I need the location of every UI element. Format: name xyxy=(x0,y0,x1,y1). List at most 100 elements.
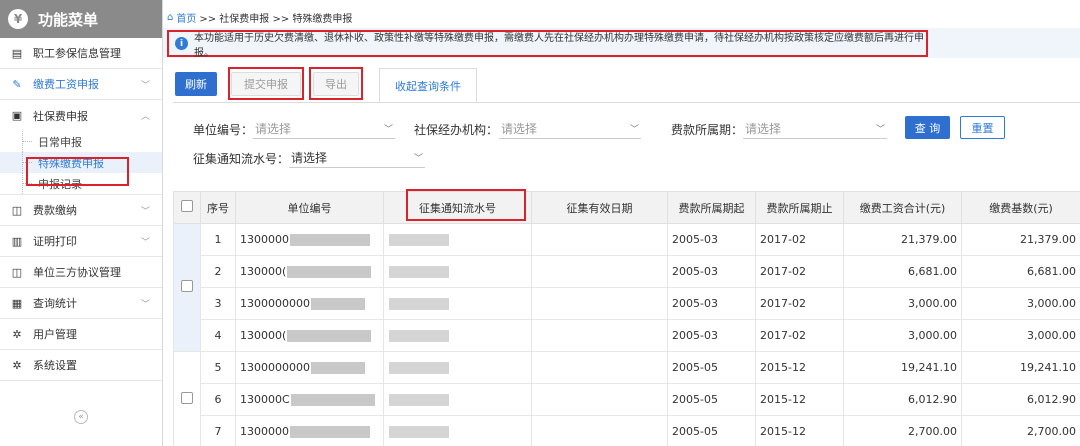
cell-valid-date xyxy=(531,255,668,288)
cell-valid-date xyxy=(531,319,668,352)
sub-label: 日常申报 xyxy=(38,135,82,149)
cell-unit: 130000( xyxy=(235,319,384,352)
reset-button[interactable]: 重置 xyxy=(960,116,1005,139)
menu-item-employee-info[interactable]: ▤ 职工参保信息管理 xyxy=(0,38,162,69)
menu-item-agreement[interactable]: ◫ 单位三方协议管理 xyxy=(0,257,162,288)
unit-select[interactable]: 请选择 ﹀ xyxy=(253,119,395,139)
redacted-block xyxy=(290,394,375,406)
notice-highlight: i 本功能适用于历史欠费清缴、退休补收、政策性补缴等特殊缴费申报，需缴费人先在社… xyxy=(167,30,928,59)
table-row[interactable]: 3 1300000000 2005-03 2017-02 3,000.00 3,… xyxy=(174,287,1080,320)
cell-base: 6,012.90 xyxy=(961,383,1080,416)
cell-valid-date xyxy=(531,383,668,416)
cell-base: 3,000.00 xyxy=(961,319,1080,352)
main-content: ⌂ 首页 >> 社保费申报 >> 特殊缴费申报 i 本功能适用于历史欠费清缴、退… xyxy=(163,0,1080,446)
breadcrumb: ⌂ 首页 >> 社保费申报 >> 特殊缴费申报 xyxy=(167,10,352,25)
cell-start: 2005-05 xyxy=(667,351,756,384)
notice-bar: i 本功能适用于历史欠费清缴、退休补收、政策性补缴等特殊缴费申报，需缴费人先在社… xyxy=(163,28,1080,59)
cell-valid-date xyxy=(531,351,668,384)
cell-wage: 19,241.10 xyxy=(843,351,962,384)
highlight-box xyxy=(309,67,363,100)
group-select-cell[interactable] xyxy=(173,351,201,446)
document-icon: ▣ xyxy=(11,109,23,122)
select-all-cell[interactable] xyxy=(173,191,201,224)
cell-serial xyxy=(383,255,532,288)
table-row[interactable]: 7 1300000 2005-05 2015-12 2,700.00 2,700… xyxy=(174,415,1080,446)
collapse-sidebar-button[interactable]: « xyxy=(0,407,162,427)
query-button[interactable]: 查 询 xyxy=(905,116,950,139)
redacted-block xyxy=(389,266,449,278)
table-row[interactable]: 5 1300000000 2005-05 2015-12 19,241.10 1… xyxy=(173,351,1080,446)
cell-unit: 1300000 xyxy=(235,223,384,256)
btn-label: 查 询 xyxy=(914,121,941,135)
redacted-block xyxy=(389,362,449,374)
tab-collapse-conditions[interactable]: 收起查询条件 xyxy=(379,68,477,102)
placeholder: 请选择 xyxy=(501,122,538,136)
column-header: 缴费基数(元) xyxy=(961,191,1080,224)
sidebar-title: 功能菜单 xyxy=(38,10,99,29)
placeholder: 请选择 xyxy=(291,151,328,165)
menu-label: 单位三方协议管理 xyxy=(33,266,121,279)
group-select-cell[interactable] xyxy=(173,223,201,352)
cell-serial xyxy=(383,319,532,352)
redacted-block xyxy=(389,394,449,406)
tab-label: 收起查询条件 xyxy=(395,79,461,93)
cell-unit: 1300000000 xyxy=(235,351,384,384)
serial-label: 征集通知流水号： xyxy=(193,152,290,166)
cell-valid-date xyxy=(531,223,668,256)
results-table: 序号 单位编号 征集通知流水号 征集有效日期 费款所属期起 费款所属期止 缴费工… xyxy=(173,191,1080,446)
menu-label: 系统设置 xyxy=(33,359,77,372)
refresh-button[interactable]: 刷新 xyxy=(175,72,217,96)
agency-select[interactable]: 请选择 ﹀ xyxy=(499,119,641,139)
column-header: 缴费工资合计(元) xyxy=(843,191,962,224)
breadcrumb-home-link[interactable]: 首页 xyxy=(176,10,196,25)
placeholder: 请选择 xyxy=(745,122,782,136)
column-header: 费款所属期起 xyxy=(667,191,756,224)
unit-text: 1300000000 xyxy=(240,361,310,374)
chevron-down-icon: ﹀ xyxy=(140,238,150,248)
unit-text: 1300000 xyxy=(240,425,289,438)
gear-icon: ✲ xyxy=(12,327,22,341)
cell-no: 7 xyxy=(200,415,236,446)
cell-unit: 1300000000 xyxy=(235,287,384,320)
menu-label: 证明打印 xyxy=(33,235,77,248)
period-select[interactable]: 请选择 ﹀ xyxy=(743,119,887,139)
redacted-block xyxy=(389,234,449,246)
cell-start: 2005-03 xyxy=(667,287,756,320)
cell-no: 5 xyxy=(200,351,236,384)
menu-item-social-fee[interactable]: ▣ 社保费申报 ︿ xyxy=(0,100,162,131)
cell-end: 2015-12 xyxy=(755,383,844,416)
menu-item-query-stats[interactable]: ▦ 查询统计 ﹀ xyxy=(0,288,162,319)
cell-wage: 6,012.90 xyxy=(843,383,962,416)
serial-select[interactable]: 请选择 ﹀ xyxy=(289,148,425,168)
btn-label: 重置 xyxy=(971,121,994,135)
id-card-icon: ▤ xyxy=(11,46,23,60)
menu-item-payment[interactable]: ◫ 费款缴纳 ﹀ xyxy=(0,195,162,226)
select-all-checkbox[interactable] xyxy=(181,200,193,212)
menu-item-certificate[interactable]: ▥ 证明打印 ﹀ xyxy=(0,226,162,257)
table-row[interactable]: 6 130000C 2005-05 2015-12 6,012.90 6,012… xyxy=(174,383,1080,416)
cell-start: 2005-03 xyxy=(667,319,756,352)
cell-end: 2017-02 xyxy=(755,223,844,256)
redacted-block xyxy=(311,362,365,374)
table-row[interactable]: 2 130000( 2005-03 2017-02 6,681.00 6,681… xyxy=(174,255,1080,288)
folder-icon: ◫ xyxy=(11,203,23,217)
cell-wage: 21,379.00 xyxy=(843,223,962,256)
cell-base: 21,379.00 xyxy=(961,223,1080,256)
redacted-block xyxy=(287,330,372,342)
info-icon: i xyxy=(175,37,188,50)
row-checkbox[interactable] xyxy=(181,392,193,404)
cell-start: 2005-05 xyxy=(667,415,756,446)
table-row[interactable]: 1 1300000 2005-03 2017-02 21,379.00 21,3… xyxy=(173,223,1080,352)
highlight-box xyxy=(228,67,304,100)
cell-serial xyxy=(383,223,532,256)
cell-base: 3,000.00 xyxy=(961,287,1080,320)
menu-item-user-mgmt[interactable]: ✲ 用户管理 xyxy=(0,319,162,350)
menu-item-system[interactable]: ✲ 系统设置 xyxy=(0,350,162,381)
redacted-block xyxy=(290,426,370,438)
menu-item-wage-declare[interactable]: ✎ 缴费工资申报 ﹀ xyxy=(0,69,162,100)
home-icon: ⌂ xyxy=(167,12,174,23)
table-row[interactable]: 4 130000( 2005-03 2017-02 3,000.00 3,000… xyxy=(174,319,1080,352)
print-icon: ▥ xyxy=(11,234,23,248)
row-checkbox[interactable] xyxy=(181,280,193,292)
sub-item-daily[interactable]: 日常申报 xyxy=(0,131,162,152)
